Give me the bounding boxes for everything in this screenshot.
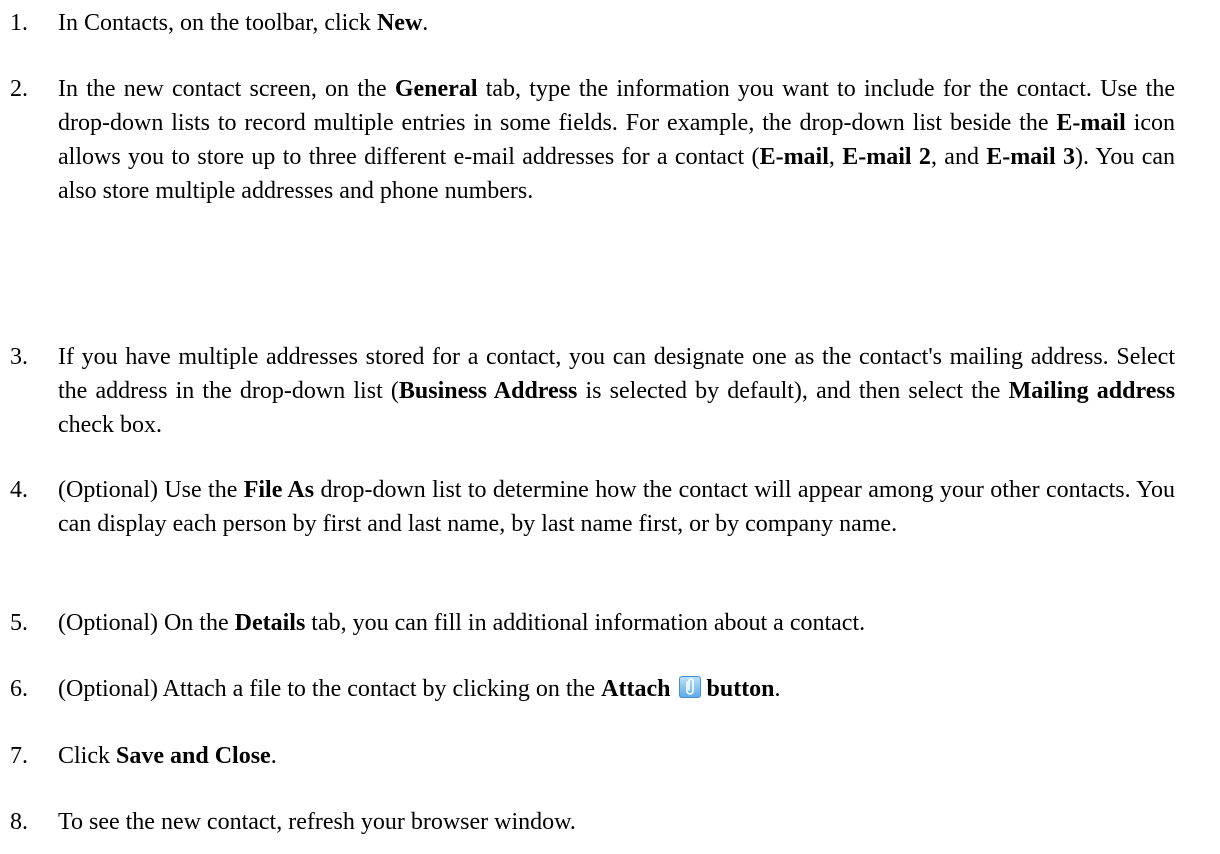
step-text: To see the new contact, refresh your bro…	[58, 809, 576, 835]
step-text: In the new contact screen, on the Genera…	[58, 76, 1176, 204]
general-tab-label: General	[394, 76, 478, 102]
details-tab-label: Details	[234, 610, 306, 636]
step-4: 4. (Optional) Use the File As drop-down …	[0, 473, 1175, 541]
step-number: 8.	[10, 809, 28, 835]
attach-label: Attach	[601, 676, 671, 702]
button-word: button	[706, 676, 775, 702]
step-6: 6. (Optional) Attach a file to the conta…	[0, 672, 1175, 706]
step-text: Click Save and Close.	[58, 743, 277, 769]
step-number: 1.	[10, 10, 28, 36]
step-3: 3. If you have multiple addresses stored…	[0, 340, 1175, 442]
step-number: 2.	[10, 76, 28, 102]
email-2-label: E-mail 2	[842, 144, 931, 170]
step-number: 3.	[10, 344, 28, 370]
save-and-close-label: Save and Close	[116, 743, 271, 769]
step-text: (Optional) Use the File As drop-down lis…	[58, 477, 1176, 537]
step-text: (Optional) Attach a file to the contact …	[58, 676, 781, 702]
step-7: 7. Click Save and Close.	[0, 739, 1175, 773]
step-text: If you have multiple addresses stored fo…	[58, 344, 1176, 438]
step-number: 4.	[10, 477, 28, 503]
email-3-label: E-mail 3	[986, 144, 1075, 170]
email-1-label: E-mail	[759, 144, 829, 170]
step-text: (Optional) On the Details tab, you can f…	[58, 610, 866, 636]
business-address-label: Business Address	[398, 378, 578, 404]
paperclip-icon	[678, 676, 701, 698]
file-as-label: File As	[243, 477, 315, 503]
step-5: 5. (Optional) On the Details tab, you ca…	[0, 606, 1175, 640]
step-1: 1. In Contacts, on the toolbar, click Ne…	[0, 6, 1175, 40]
instruction-list: 1. In Contacts, on the toolbar, click Ne…	[0, 0, 1220, 854]
mailing-address-label: Mailing address	[1008, 378, 1176, 404]
step-number: 7.	[10, 743, 28, 769]
new-label: New	[376, 10, 423, 36]
step-text: In Contacts, on the toolbar, click New.	[58, 10, 429, 36]
step-number: 6.	[10, 676, 28, 702]
step-8: 8. To see the new contact, refresh your …	[0, 805, 1175, 839]
step-number: 5.	[10, 610, 28, 636]
step-2: 2. In the new contact screen, on the Gen…	[0, 72, 1175, 208]
email-label: E-mail	[1056, 110, 1126, 136]
